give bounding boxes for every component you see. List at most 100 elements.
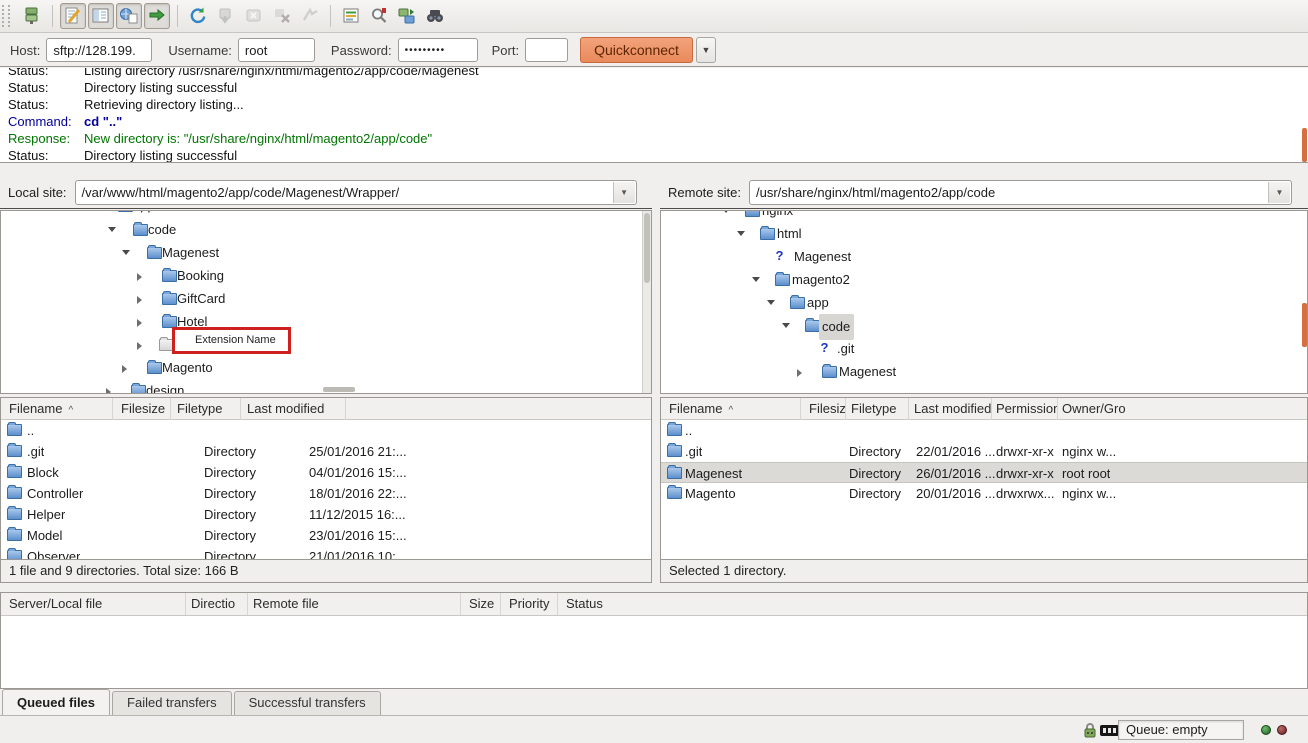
tree-item-magento2[interactable]: magento2 xyxy=(661,268,1299,291)
file-row[interactable]: ModelDirectory23/01/2016 15:... xyxy=(1,525,651,546)
remote-tree-scrollbar[interactable] xyxy=(1302,303,1307,347)
col-remote-file[interactable]: Remote file xyxy=(248,593,461,615)
log-line: Status:Directory listing successful xyxy=(8,79,1308,96)
toolbar-grip[interactable] xyxy=(2,5,10,27)
file-row[interactable]: .gitDirectory22/01/2016 ...drwxr-xr-xngi… xyxy=(661,441,1307,462)
tab-failed-transfers[interactable]: Failed transfers xyxy=(112,691,232,715)
tree-item-app[interactable]: app xyxy=(1,210,639,217)
local-list-body: .. .gitDirectory25/01/2016 21:... BlockD… xyxy=(1,420,651,559)
col-status[interactable]: Status xyxy=(558,593,638,615)
password-label: Password: xyxy=(331,43,392,58)
toggle-local-tree-icon[interactable] xyxy=(88,3,114,29)
remote-site-dropdown-icon[interactable]: ▼ xyxy=(1268,182,1290,203)
status-indicator-badge xyxy=(1100,725,1119,736)
process-queue-icon[interactable] xyxy=(213,3,239,29)
host-input[interactable] xyxy=(46,38,152,62)
local-list-header: Filename^ Filesize Filetype Last modifie… xyxy=(1,398,651,420)
port-label: Port: xyxy=(492,43,519,58)
tree-item-giftcard[interactable]: GiftCard xyxy=(1,287,639,310)
toggle-remote-tree-icon[interactable] xyxy=(116,3,142,29)
tree-item-magento[interactable]: Magento xyxy=(1,356,639,379)
reconnect-icon[interactable] xyxy=(297,3,323,29)
col-direction[interactable]: Directio xyxy=(186,593,248,615)
tab-queued-files[interactable]: Queued files xyxy=(2,689,110,715)
col-filename[interactable]: Filename^ xyxy=(1,398,113,420)
file-row[interactable]: .. xyxy=(661,420,1307,441)
toggle-transfer-queue-icon[interactable] xyxy=(144,3,170,29)
encryption-lock-icon xyxy=(1082,722,1098,738)
file-row[interactable]: ControllerDirectory18/01/2016 22:... xyxy=(1,483,651,504)
toolbar xyxy=(0,0,1308,33)
col-modified[interactable]: Last modified xyxy=(241,398,346,420)
file-row[interactable]: BlockDirectory04/01/2016 15:... xyxy=(1,462,651,483)
cancel-operation-icon[interactable] xyxy=(241,3,267,29)
tab-successful-transfers[interactable]: Successful transfers xyxy=(234,691,381,715)
col-filetype[interactable]: Filetype xyxy=(846,398,909,420)
local-tree-vscrollbar[interactable] xyxy=(642,211,651,393)
disconnect-icon[interactable] xyxy=(269,3,295,29)
question-folder-icon: ? xyxy=(773,248,786,264)
activity-led-green xyxy=(1261,725,1271,735)
log-line: Command:cd ".." xyxy=(8,113,1308,130)
tree-item-code[interactable]: code xyxy=(1,218,639,241)
tree-item-git-unknown[interactable]: ?.git xyxy=(661,337,1299,360)
col-filesize[interactable]: Filesize xyxy=(113,398,171,420)
folder-icon xyxy=(745,210,760,217)
folder-icon xyxy=(147,362,162,374)
synchronized-browsing-icon[interactable] xyxy=(394,3,420,29)
tree-item-extension[interactable] xyxy=(1,333,639,356)
directory-listing-filters-icon[interactable] xyxy=(338,3,364,29)
tree-item-html[interactable]: html xyxy=(661,222,1299,245)
toggle-log-view-icon[interactable] xyxy=(60,3,86,29)
local-site-dropdown-icon[interactable]: ▼ xyxy=(613,182,635,203)
col-priority[interactable]: Priority xyxy=(501,593,558,615)
col-permission[interactable]: Permission xyxy=(992,398,1058,420)
local-file-list: Filename^ Filesize Filetype Last modifie… xyxy=(0,397,652,583)
message-log[interactable]: Status:Listing directory /usr/share/ngin… xyxy=(0,68,1308,163)
tree-item-design[interactable]: design xyxy=(1,379,639,394)
file-row-selected[interactable]: MagenestDirectory26/01/2016 ...drwxr-xr-… xyxy=(661,462,1307,483)
folder-icon xyxy=(805,320,820,332)
tree-item-nginx[interactable]: nginx xyxy=(661,210,1299,222)
file-search-icon[interactable] xyxy=(366,3,392,29)
file-row[interactable]: HelperDirectory11/12/2015 16:... xyxy=(1,504,651,525)
col-filename[interactable]: Filename^ xyxy=(661,398,801,420)
local-site-combo[interactable]: /var/www/html/magento2/app/code/Magenest… xyxy=(75,180,637,205)
password-input[interactable] xyxy=(398,38,478,62)
file-row[interactable]: ObserverDirectory21/01/2016 10:... xyxy=(1,546,651,559)
folder-icon xyxy=(822,366,837,378)
tree-item-magenest[interactable]: Magenest xyxy=(1,241,639,264)
tree-item-hotel[interactable]: Hotel xyxy=(1,310,639,333)
local-tree-hscrollbar[interactable] xyxy=(323,387,355,392)
file-row[interactable]: .gitDirectory25/01/2016 21:... xyxy=(1,441,651,462)
col-owner[interactable]: Owner/Gro xyxy=(1058,398,1138,420)
site-manager-icon[interactable] xyxy=(19,3,45,29)
col-server-local-file[interactable]: Server/Local file xyxy=(1,593,186,615)
file-row[interactable]: MagentoDirectory20/01/2016 ...drwxrwx...… xyxy=(661,483,1307,504)
quickconnect-button[interactable]: Quickconnect xyxy=(580,37,693,63)
remote-directory-tree: nginx html ?Magenest magento2 app code ?… xyxy=(660,210,1308,394)
tree-item-app-remote[interactable]: app xyxy=(661,291,1299,314)
queue-tabbar: Queued files Failed transfers Successful… xyxy=(0,689,1308,715)
col-modified[interactable]: Last modified xyxy=(909,398,992,420)
col-filetype[interactable]: Filetype xyxy=(171,398,241,420)
refresh-icon[interactable] xyxy=(185,3,211,29)
directory-comparison-icon[interactable] xyxy=(422,3,448,29)
col-size[interactable]: Size xyxy=(461,593,501,615)
extension-name-annotation: Extension Name xyxy=(172,327,291,354)
col-filesize[interactable]: Filesize xyxy=(801,398,846,420)
tree-item-magenest-remote[interactable]: Magenest xyxy=(661,360,1299,383)
folder-icon xyxy=(7,487,22,499)
file-row[interactable]: .. xyxy=(1,420,651,441)
tree-item-code-remote[interactable]: code xyxy=(661,314,1299,337)
tree-item-booking[interactable]: Booking xyxy=(1,264,639,287)
remote-site-combo[interactable]: /usr/share/nginx/html/magento2/app/code … xyxy=(749,180,1292,205)
statusbar: Queue: empty xyxy=(0,715,1308,743)
quickconnect-dropdown-icon[interactable]: ▼ xyxy=(696,37,716,63)
quickconnect-bar: Host: Username: Password: Port: Quickcon… xyxy=(0,34,1308,67)
log-line: Status:Listing directory /usr/share/ngin… xyxy=(8,68,1308,79)
port-input[interactable] xyxy=(525,38,568,62)
username-input[interactable] xyxy=(238,38,315,62)
log-scrollbar[interactable] xyxy=(1302,128,1307,162)
tree-item-magenest-unknown[interactable]: ?Magenest xyxy=(661,245,1299,268)
